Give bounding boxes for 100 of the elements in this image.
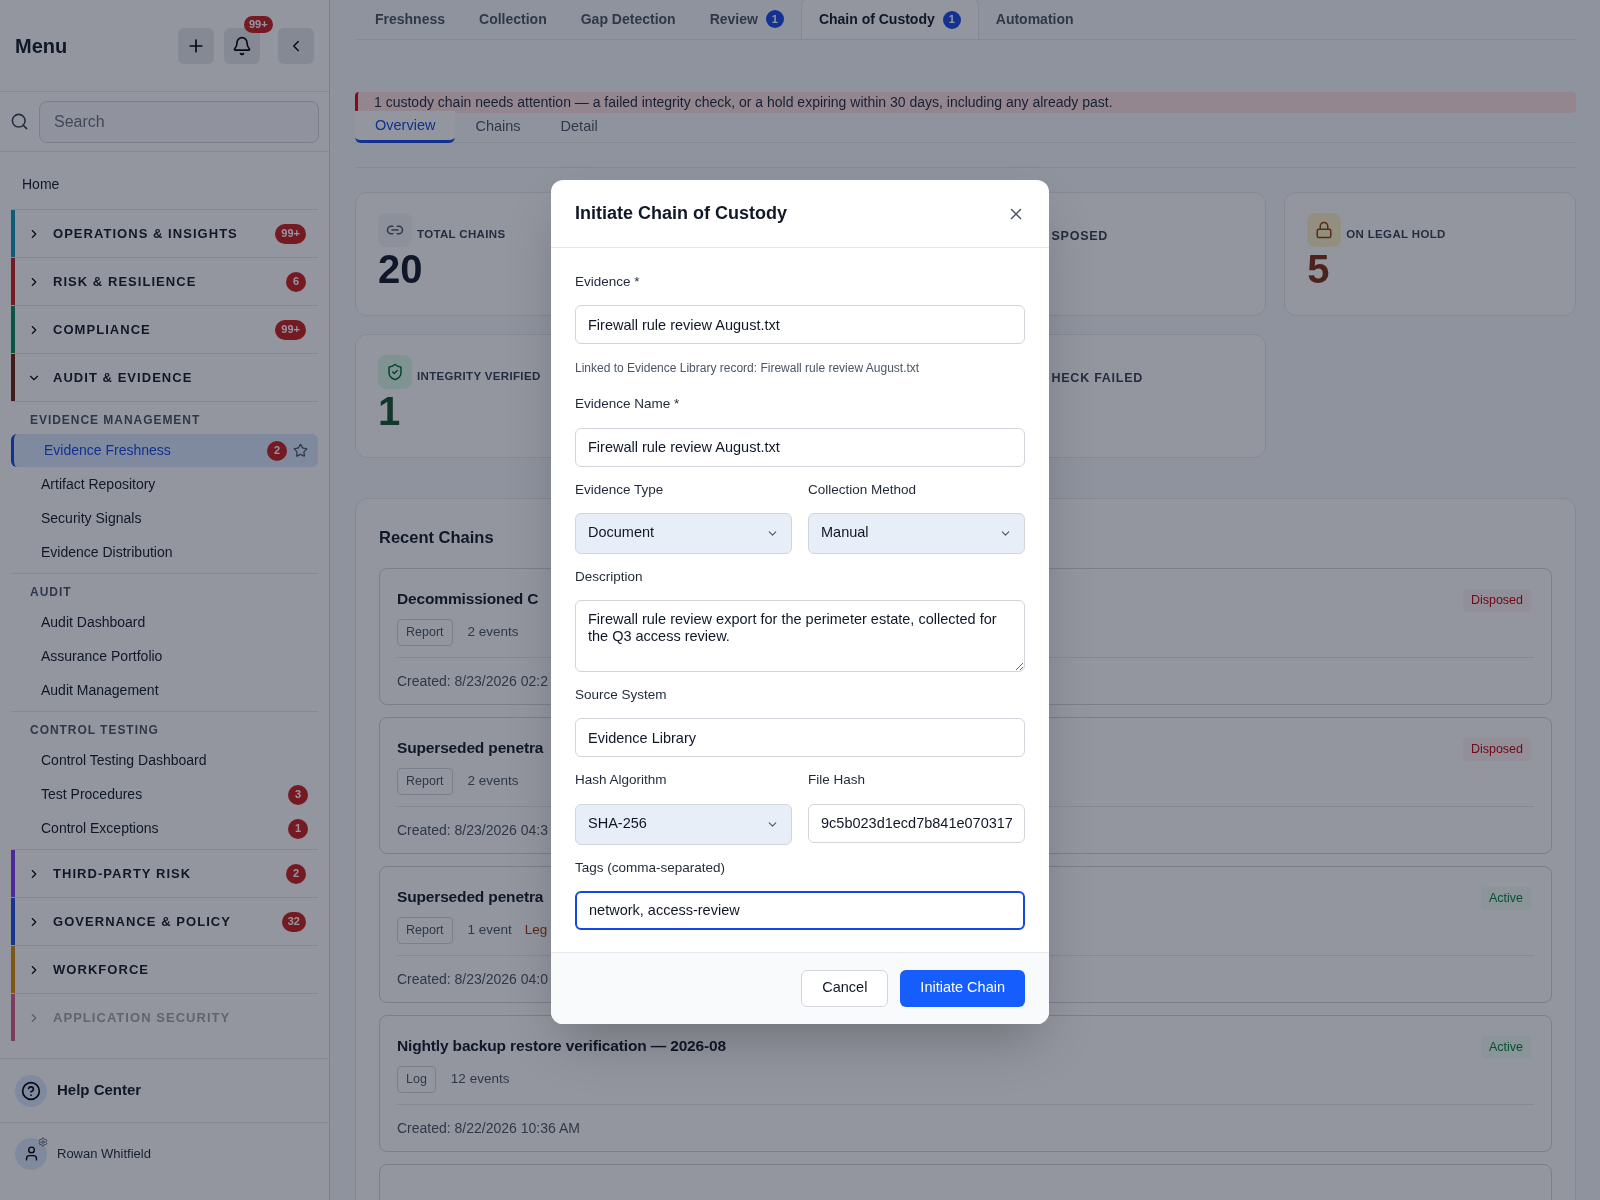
nav-item-label: Evidence Freshness (44, 441, 172, 460)
nav-item-label: Control Testing Dashboard (41, 751, 208, 770)
help-center-link[interactable]: Help Center (57, 1079, 142, 1102)
tab[interactable]: Gap Detection (563, 0, 693, 39)
chain-title: Superseded penetra (397, 737, 544, 758)
field-label: Source System (575, 686, 668, 704)
field-label: Evidence Name * (575, 395, 681, 414)
stat-label: SPOSED (1051, 229, 1109, 243)
tab-badge: 1 (765, 10, 784, 28)
add-button[interactable] (178, 27, 214, 64)
status-badge: Active (1480, 1035, 1531, 1059)
tab[interactable]: Chain of Custody 1 (800, 0, 979, 39)
nav-item-label: Audit Management (41, 681, 160, 700)
select-field[interactable]: Manual (808, 512, 1025, 554)
stat-icon (378, 355, 412, 389)
count-badge: 2 (286, 863, 306, 884)
nav-item[interactable]: Evidence Distribution (11, 536, 318, 569)
avatar-icon[interactable] (15, 1137, 47, 1170)
user-name: Rowan Whitfield (57, 1144, 151, 1163)
status-badge: Disposed (1462, 737, 1531, 761)
event-count: 12 events (450, 1070, 510, 1089)
nav-item-label: Artifact Repository (41, 475, 157, 494)
count-badge: 6 (286, 271, 306, 292)
subtab[interactable]: Chains (455, 111, 541, 143)
event-count: 2 events (467, 623, 519, 642)
home-link[interactable]: Home (11, 164, 318, 205)
hold-label: Leg (524, 921, 548, 940)
nav-item[interactable]: Evidence Freshness 2 (11, 434, 318, 467)
nav-item[interactable]: Assurance Portfolio (11, 640, 318, 673)
tab[interactable]: Freshness (358, 0, 463, 39)
tab[interactable]: Automation (978, 0, 1091, 39)
stat-value: 1 (378, 389, 401, 433)
dialog-title: Initiate Chain of Custody (575, 202, 787, 225)
type-tag: Log (397, 1066, 436, 1093)
text-field[interactable]: network, access-review (575, 890, 1025, 930)
menu-title: Menu (15, 33, 68, 59)
text-field[interactable]: Evidence Library (575, 718, 1025, 758)
event-count: 2 events (467, 772, 519, 791)
cancel-button[interactable]: Cancel (801, 969, 889, 1007)
nav-item[interactable]: Audit Management (11, 674, 318, 707)
initiate-chain-button[interactable]: Initiate Chain (900, 969, 1025, 1007)
field-label: Hash Algorithm (575, 771, 668, 790)
nav-group[interactable]: RISK & RESILIENCE 6 (15, 258, 318, 305)
subtab[interactable]: Overview (355, 111, 456, 143)
count-badge: 2 (267, 440, 287, 461)
chain-card[interactable]: Nightly backup restore verification — 2026-08 Log 12 events Created: 8/22/2026 10:36 AM Active (379, 1014, 1552, 1152)
stat-label: HECK FAILED (1051, 371, 1144, 385)
type-tag: Report (397, 917, 453, 944)
nav-group[interactable]: AUDIT & EVIDENCE (15, 354, 318, 401)
nav-item[interactable]: Audit Dashboard (11, 606, 318, 639)
count-badge: 32 (281, 911, 306, 932)
chain-title: Nightly backup restore verification — 2026-08 (397, 1035, 726, 1056)
section-heading: AUDIT (29, 584, 73, 601)
created-date: Created: 8/23/2026 04:0 (397, 969, 548, 989)
created-date: Created: 8/23/2026 04:3 (397, 820, 548, 840)
group-label: WORKFORCE (53, 960, 151, 979)
nav-item[interactable]: Test Procedures 3 (11, 778, 318, 811)
notifications-button[interactable] (224, 27, 260, 64)
chain-title: Decommissioned C (397, 588, 539, 609)
tab[interactable]: Collection (462, 0, 564, 39)
bell-icon (232, 35, 252, 56)
nav-item-label: Evidence Distribution (41, 543, 174, 562)
select-field[interactable]: SHA-256 (575, 803, 792, 845)
field-label: Evidence * (575, 273, 641, 291)
search-field[interactable]: Search (39, 100, 319, 143)
created-date: Created: 8/23/2026 02:2 (397, 671, 548, 691)
stat-label: ON LEGAL HOLD (1346, 227, 1446, 243)
attention-alert: 1 custody chain needs attention — a failed integrity check, or a hold expiring within 30 days, including any already past. (355, 92, 1576, 113)
stat-icon (1307, 213, 1342, 247)
stat-label: INTEGRITY VERIFIED (417, 369, 541, 385)
nav-group[interactable]: GOVERNANCE & POLICY 32 (15, 898, 318, 945)
nav-group[interactable]: COMPLIANCE 99+ (15, 306, 318, 353)
help-icon (15, 1074, 47, 1107)
nav-item[interactable]: Control Testing Dashboard (11, 744, 318, 777)
nav-item[interactable]: Control Exceptions 1 (11, 812, 318, 845)
created-date: Created: 8/22/2026 10:36 AM (397, 1118, 580, 1138)
text-field[interactable]: 9c5b023d1ecd7b841e070317 (808, 803, 1025, 843)
nav-item-label: Assurance Portfolio (41, 647, 164, 666)
description-field[interactable]: Firewall rule review export for the perimeter estate, collected for the Q3 access review. (575, 600, 1025, 672)
stat-icon (378, 213, 412, 247)
field-hint: Linked to Evidence Library record: Firewall rule review August.txt (575, 360, 920, 378)
event-count: 1 event (467, 921, 512, 940)
nav-group[interactable]: WORKFORCE (15, 946, 318, 993)
field-label: Tags (comma-separated) (575, 858, 727, 877)
notification-badge: 99+ (244, 15, 273, 33)
nav-item[interactable]: Security Signals (11, 502, 318, 535)
nav-group[interactable]: THIRD-PARTY RISK 2 (15, 850, 318, 897)
select-field[interactable]: Document (575, 512, 792, 554)
section-heading: CONTROL TESTING (29, 722, 160, 739)
tab[interactable]: Review 1 (692, 0, 801, 39)
count-badge: 99+ (275, 319, 306, 340)
text-field[interactable]: Firewall rule review August.txt (575, 427, 1025, 467)
nav-item[interactable]: Artifact Repository (11, 468, 318, 501)
text-field[interactable]: Firewall rule review August.txt (575, 305, 1025, 345)
subtab[interactable]: Detail (540, 111, 618, 143)
group-label: COMPLIANCE (53, 320, 152, 339)
star-icon[interactable] (293, 443, 308, 458)
panel-title: Recent Chains (379, 527, 494, 548)
nav-group[interactable]: OPERATIONS & INSIGHTS 99+ (15, 210, 318, 257)
group-label: RISK & RESILIENCE (53, 272, 198, 291)
